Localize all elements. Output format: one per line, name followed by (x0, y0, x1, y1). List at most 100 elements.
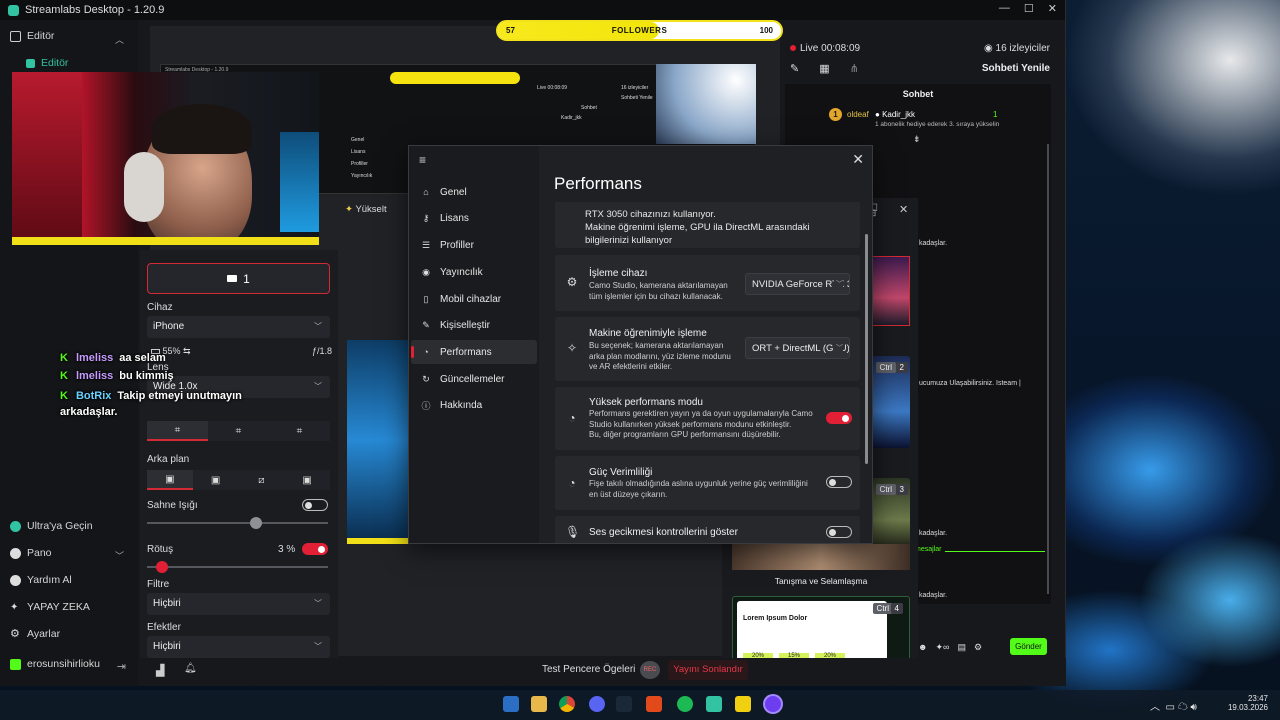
nav-updates[interactable]: ↻ Güncellemeler (411, 367, 537, 391)
app-icon[interactable] (646, 696, 662, 712)
chevron-up-icon[interactable]: ︿ (115, 33, 124, 46)
sidebar-item-help[interactable]: Yardım Al (10, 574, 72, 586)
emoji-icon[interactable]: ☻ (918, 642, 927, 652)
modal-close-icon[interactable]: ✕ (852, 151, 864, 168)
camera-select-button[interactable]: 1 (147, 263, 330, 294)
rec-button[interactable]: REC (640, 661, 660, 679)
stats-bars-icon[interactable]: ▟ (156, 664, 164, 677)
framing-wide-icon[interactable]: ⌗ (269, 421, 330, 441)
chrome-icon[interactable] (559, 696, 575, 712)
test-widgets-button[interactable]: Test Pencere Ögeleri (542, 664, 635, 675)
nav-personalize[interactable]: ✎ Kişiselleştir (411, 313, 537, 337)
card-desc: Fişe takılı olmadığında aslına uygunluk … (589, 479, 808, 499)
scene-thumb[interactable]: Ctrl 3 (872, 478, 910, 548)
chevron-down-icon[interactable]: ﹀ (115, 549, 124, 562)
editor-app-icon[interactable] (735, 696, 751, 712)
maximize-icon[interactable]: ☐ (1024, 2, 1034, 15)
share-icon[interactable]: ⋔ (850, 62, 859, 75)
pencil-icon[interactable]: ✎ (790, 62, 799, 75)
filter-select[interactable]: Hiçbiri ﹀ (147, 593, 330, 615)
bot-icon[interactable]: ✦∞ (935, 642, 949, 653)
steam-icon[interactable] (616, 696, 632, 712)
end-stream-button[interactable]: Yayını Sonlandır (668, 660, 748, 680)
modal-scrollbar[interactable] (865, 234, 868, 464)
popout-icon[interactable]: ▦ (819, 62, 829, 75)
nested-live: Live 00:08:09 (537, 85, 568, 91)
chat-snippet: kadaşlar. (919, 592, 948, 599)
nav-performance[interactable]: ◔ Performans (411, 340, 537, 364)
close-icon[interactable]: ✕ (1048, 2, 1057, 15)
sidebar-item-ultra[interactable]: Ultra'ya Geçin (10, 520, 93, 532)
hamburger-menu-icon[interactable]: ≡ (419, 153, 426, 167)
minimize-icon[interactable]: — (999, 2, 1010, 15)
scene-doc-page: Lorem Ipsum Dolor 20% 15% 20% (737, 601, 887, 661)
power-efficiency-toggle[interactable] (826, 476, 852, 488)
clock: 23:47 19.03.2026 (1227, 694, 1268, 712)
effects-label: Efektler (147, 622, 181, 633)
stage-light-slider-knob[interactable] (249, 517, 262, 529)
bg-none-icon[interactable]: ▣ (147, 470, 193, 490)
scene-thumb-person[interactable] (732, 544, 910, 570)
discord-icon[interactable] (589, 696, 605, 712)
chat-scrollbar[interactable] (1047, 144, 1049, 594)
nav-license[interactable]: ⚷ Lisans (411, 206, 537, 230)
upgrade-button[interactable]: ✦ Yükselt (345, 204, 387, 215)
settings-nav: ≡ ⌂ Genel ⚷ Lisans ☰ Profiller ◉ Yayıncılık … (409, 146, 539, 543)
kick-logo-icon: K (60, 390, 68, 402)
background-mode-segment[interactable]: ▣ ▣ ⧄ ▣ (147, 470, 330, 490)
retouch-slider[interactable] (147, 561, 328, 573)
nav-general[interactable]: ⌂ Genel (411, 180, 537, 204)
processing-device-dropdown[interactable]: NVIDIA GeForce RTX 3050 ﹀ (745, 273, 850, 295)
card-title: Makine öğrenimiyle işleme (589, 328, 707, 339)
retouch-toggle[interactable] (302, 543, 328, 555)
scene-thumb[interactable]: Lorem Ipsum Dolor 20% 15% 20% Ctrl 4 (732, 596, 910, 662)
kick-logo-icon: K (60, 352, 68, 364)
file-explorer-icon[interactable] (531, 696, 547, 712)
chat-refresh-button[interactable]: Sohbeti Yenile (982, 63, 1050, 74)
system-tray-icons[interactable]: ︿ ▭ ☁ 🔊︎ (1150, 698, 1197, 713)
obs-like-icon[interactable] (765, 696, 781, 712)
logout-icon[interactable]: ⇥ (117, 660, 126, 673)
windows-start-icon[interactable] (503, 696, 519, 712)
sidebar-item-dashboard[interactable]: Pano (10, 547, 52, 559)
device-label: Cihaz (147, 302, 173, 313)
nav-profiles[interactable]: ☰ Profiller (411, 233, 537, 257)
nav-mobile[interactable]: ▯ Mobil cihazlar (411, 287, 537, 311)
framing-mode-segment[interactable]: ⌗ ⌗ ⌗ (147, 421, 330, 441)
sidebar-item-ai[interactable]: ✦ YAPAY ZEKA (10, 601, 90, 613)
framing-center-icon[interactable]: ⌗ (208, 421, 269, 441)
editor-active-icon (26, 58, 35, 68)
scenes-close-icon[interactable]: ✕ (899, 203, 908, 216)
chat-divider (945, 551, 1045, 552)
chevron-down-icon: ﹀ (314, 642, 322, 651)
sidebar-item-editor[interactable]: Editör (26, 57, 68, 69)
scene-thumb-active[interactable] (872, 256, 910, 326)
bg-remove-icon[interactable]: ⧄ (239, 470, 285, 490)
scene-thumb[interactable]: Ctrl 2 (872, 356, 910, 448)
device-select[interactable]: iPhone ﹀ (147, 316, 330, 338)
nested-refresh: Sohbeti Yenile (621, 95, 653, 101)
bg-replace-icon[interactable]: ▣ (284, 470, 330, 490)
sidebar-item-settings[interactable]: ⚙ Ayarlar (10, 628, 60, 640)
nav-broadcast[interactable]: ◉ Yayıncılık (411, 260, 537, 284)
effects-select[interactable]: Hiçbiri ﹀ (147, 636, 330, 658)
sidebar-account[interactable]: erosunsihirlioku (10, 658, 100, 670)
scroll-down-icon[interactable]: ⇟ (913, 134, 921, 145)
stage-light-slider[interactable] (147, 517, 328, 529)
chat-send-button[interactable]: Gönder (1010, 638, 1047, 655)
editor-icon (10, 30, 21, 42)
stage-light-toggle[interactable] (302, 499, 328, 511)
store-icon[interactable]: ▤ (957, 642, 966, 653)
high-performance-toggle[interactable] (826, 412, 852, 424)
sidebar-group-editor[interactable]: Editör (10, 30, 54, 42)
ml-processing-dropdown[interactable]: ORT + DirectML (GPU) ﹀ (745, 337, 850, 359)
chat-settings-icon[interactable]: ⚙ (974, 642, 982, 653)
spotify-icon[interactable] (677, 696, 693, 712)
streamlabs-icon[interactable] (706, 696, 722, 712)
notification-bell-icon[interactable]: 🔔︎ (184, 663, 197, 674)
nav-about[interactable]: ⓘ Hakkında (411, 393, 537, 417)
framing-auto-icon[interactable]: ⌗ (147, 421, 208, 441)
chat-gifter: oldeaf (847, 110, 869, 119)
bg-blur-icon[interactable]: ▣ (193, 470, 239, 490)
audio-latency-toggle[interactable] (826, 526, 852, 538)
